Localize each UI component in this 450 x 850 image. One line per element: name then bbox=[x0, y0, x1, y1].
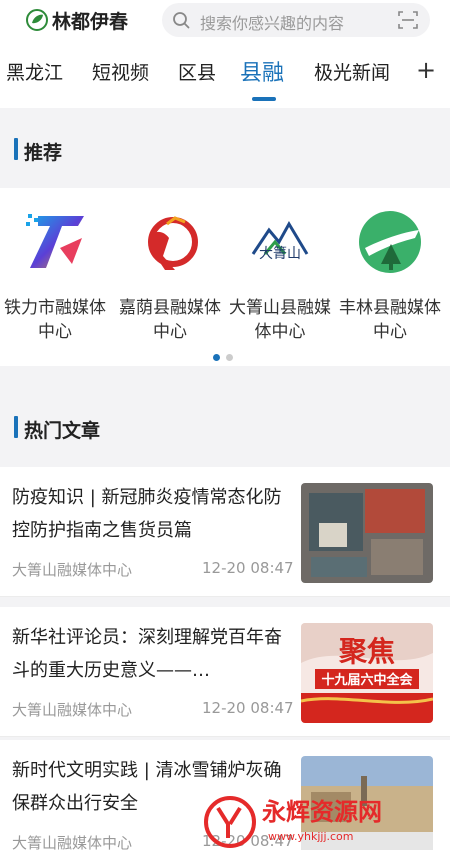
article-time: 12-20 08:47 bbox=[202, 699, 294, 717]
page: 林都伊春 搜索你感兴趣的内容 黑龙江 短视频 区县 县融 极光新闻 + 推荐 铁… bbox=[0, 0, 450, 850]
thumb-headline: 聚焦 bbox=[338, 635, 395, 668]
pagination-dot bbox=[226, 354, 233, 361]
recommend-item[interactable]: 铁力市融媒体中心 bbox=[0, 188, 110, 348]
recommend-item-name: 大箐山县融媒体中心 bbox=[229, 298, 331, 342]
daqingshan-logo-text: 大箐山 bbox=[259, 246, 301, 262]
tab-county-media[interactable]: 县融 bbox=[240, 55, 284, 87]
hot-articles-title: 热门文章 bbox=[24, 420, 101, 442]
jiayin-logo-icon bbox=[148, 216, 198, 270]
search-box[interactable]: 搜索你感兴趣的内容 bbox=[162, 3, 430, 37]
app-logo[interactable]: 林都伊春 bbox=[26, 7, 128, 33]
watermark-logo: 永辉资源网 www.yhkjjj.com bbox=[204, 796, 382, 848]
channel-tabs: 黑龙江 短视频 区县 县融 极光新闻 + bbox=[0, 40, 450, 108]
article-source: 大箐山融媒体中心 bbox=[12, 834, 133, 850]
leaf-logo-icon bbox=[26, 9, 48, 31]
watermark-text: 永辉资源网 bbox=[262, 798, 382, 826]
tab-county[interactable]: 区县 bbox=[178, 58, 216, 85]
thumb-subline: 十九届六中全会 bbox=[321, 672, 413, 688]
recommend-title: 推荐 bbox=[24, 142, 63, 164]
active-tab-indicator bbox=[252, 97, 276, 101]
recommend-item-name: 铁力市融媒体中心 bbox=[4, 298, 106, 342]
pagination-dot-active bbox=[213, 354, 220, 361]
search-icon bbox=[173, 12, 190, 29]
tab-heilongjiang[interactable]: 黑龙江 bbox=[6, 58, 63, 85]
tab-aurora-news[interactable]: 极光新闻 bbox=[314, 58, 390, 85]
article-item[interactable]: 防疫知识 | 新冠肺炎疫情常态化防控防护指南之售货员篇 大箐山融媒体中心 12-… bbox=[0, 467, 450, 597]
article-source: 大箐山融媒体中心 bbox=[12, 561, 133, 579]
search-placeholder: 搜索你感兴趣的内容 bbox=[200, 14, 345, 33]
article-thumbnail: 聚焦 十九届六中全会 bbox=[301, 623, 433, 723]
article-title: 防疫知识 | 新冠肺炎疫情常态化防控防护指南之售货员篇 bbox=[12, 487, 282, 541]
daqingshan-logo-icon: 大箐山 bbox=[251, 221, 309, 262]
article-source: 大箐山融媒体中心 bbox=[12, 701, 133, 719]
recommend-carousel[interactable]: 铁力市融媒体中心 嘉荫县融媒体中心 大箐山 大箐山县融媒体中心 丰林县融媒体中心 bbox=[0, 188, 450, 366]
recommend-header: 推荐 bbox=[0, 108, 450, 188]
carousel-pagination bbox=[213, 354, 233, 362]
recommend-item[interactable]: 丰林县融媒体中心 bbox=[335, 188, 445, 348]
article-item[interactable]: 新华社评论员：深刻理解党百年奋斗的重大历史意义——… 大箐山融媒体中心 12-2… bbox=[0, 607, 450, 737]
article-time: 12-20 08:47 bbox=[202, 559, 294, 577]
add-channel-icon[interactable]: + bbox=[416, 56, 436, 84]
top-bar: 林都伊春 搜索你感兴趣的内容 bbox=[0, 0, 450, 40]
recommend-item-name: 嘉荫县融媒体中心 bbox=[119, 298, 221, 342]
tab-short-video[interactable]: 短视频 bbox=[92, 58, 149, 85]
section-marker bbox=[14, 138, 18, 160]
article-thumbnail bbox=[301, 483, 433, 583]
fenglin-logo-icon bbox=[359, 211, 421, 273]
watermark-url: www.yhkjjj.com bbox=[268, 830, 354, 843]
hot-articles-header: 热门文章 bbox=[0, 385, 450, 465]
tieli-logo-icon bbox=[26, 214, 84, 268]
section-marker bbox=[14, 416, 18, 438]
recommend-item[interactable]: 大箐山 大箐山县融媒体中心 bbox=[225, 188, 335, 348]
scan-icon[interactable] bbox=[398, 10, 418, 30]
article-title: 新华社评论员：深刻理解党百年奋斗的重大历史意义——… bbox=[12, 627, 282, 681]
recommend-item-name: 丰林县融媒体中心 bbox=[339, 298, 441, 342]
logo-text: 林都伊春 bbox=[52, 10, 129, 33]
recommend-item[interactable]: 嘉荫县融媒体中心 bbox=[115, 188, 225, 348]
